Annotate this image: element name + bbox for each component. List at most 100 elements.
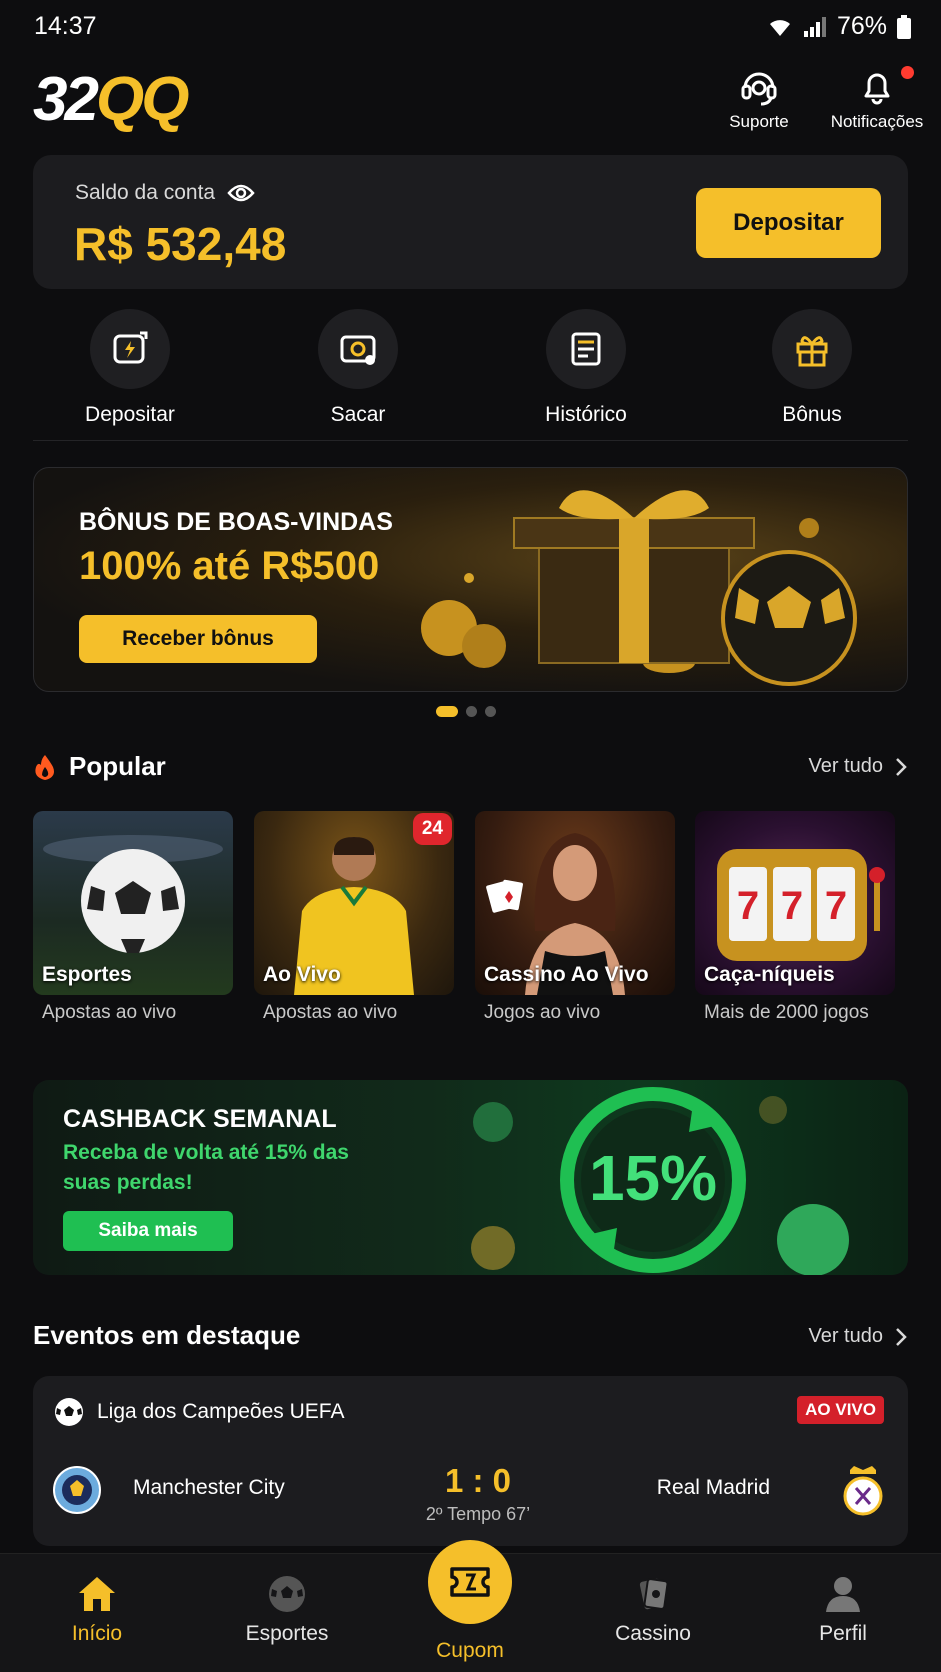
card-subtitle: Apostas ao vivo (42, 1002, 177, 1023)
section-divider (33, 440, 908, 441)
card-title: Caça-níqueis (704, 963, 835, 986)
nav-item-home[interactable]: Início (22, 1574, 172, 1646)
nav-item-sports[interactable]: Esportes (212, 1574, 362, 1646)
balance-card: Saldo da conta R$ 532,48 Depositar (33, 155, 908, 289)
quick-action-label: Histórico (545, 403, 627, 426)
see-all-label: Ver tudo (808, 1325, 883, 1347)
nav-label: Cassino (615, 1622, 691, 1645)
app-logo: 32QQ (33, 65, 189, 134)
svg-text:7: 7 (825, 884, 847, 928)
signal-icon (803, 16, 826, 37)
carousel-dot[interactable] (466, 706, 477, 717)
nav-coupon-button[interactable] (428, 1540, 512, 1624)
gift-ball-illustration (421, 490, 857, 686)
card-subtitle: Mais de 2000 jogos (704, 1002, 869, 1023)
withdraw-icon (340, 335, 376, 365)
fire-icon (35, 754, 54, 780)
balance-amount: R$ 532,48 (74, 218, 287, 270)
support-button[interactable]: Suporte (716, 66, 802, 132)
nav-label: Perfil (819, 1622, 867, 1645)
carousel-dots (436, 706, 496, 717)
nav-coupon-label[interactable]: Cupom (395, 1639, 545, 1663)
chevron-right-icon (896, 757, 907, 776)
ticket-icon (450, 1567, 490, 1597)
eye-icon[interactable] (227, 183, 255, 203)
balance-label: Saldo da conta (75, 181, 216, 204)
nav-label: Esportes (245, 1622, 329, 1645)
user-icon (826, 1577, 860, 1612)
support-label: Suporte (729, 112, 789, 131)
quick-action-bonus[interactable]: Bônus (742, 309, 882, 427)
cards-icon (639, 1578, 669, 1610)
see-all-label: Ver tudo (808, 755, 883, 777)
weekly-cashback-banner[interactable]: 15% CASHBACK SEMANAL Receba de volta até… (33, 1080, 908, 1275)
deposit-icon-circle (90, 309, 170, 389)
nav-item-profile[interactable]: Perfil (768, 1574, 918, 1646)
notifications-label: Notificações (830, 112, 924, 131)
match-period: 2º Tempo 67’ (425, 1504, 531, 1524)
events-see-all[interactable]: Ver tudo (808, 1325, 907, 1348)
status-bar: 14:37 76% (0, 0, 941, 52)
real-madrid-crest-icon (843, 1466, 883, 1516)
quick-action-withdraw[interactable]: Sacar (288, 309, 428, 427)
away-team: Real Madrid (656, 1476, 770, 1499)
home-team: Manchester City (133, 1476, 285, 1499)
live-count-badge: 24 (412, 813, 452, 845)
carousel-dot-active[interactable] (436, 706, 458, 717)
history-icon (571, 332, 601, 366)
balance-label-row: Saldo da conta (75, 181, 255, 205)
carousel-dot[interactable] (485, 706, 496, 717)
cashback-illustration: 15% (471, 1087, 849, 1275)
popular-card-sports[interactable]: Esportes Apostas ao vivo (33, 811, 233, 1031)
card-title: Esportes (42, 963, 132, 986)
league-name: Liga dos Campeões UEFA (97, 1400, 345, 1423)
history-icon-circle (546, 309, 626, 389)
claim-bonus-button[interactable]: Receber bônus (79, 615, 317, 663)
gift-icon-circle (772, 309, 852, 389)
popular-card-live[interactable]: 24 Ao Vivo Apostas ao vivo (254, 811, 454, 1031)
svg-text:7: 7 (737, 884, 759, 928)
quick-action-label: Depositar (85, 403, 175, 426)
popular-card-slots[interactable]: 7 7 7 Caça-níqueis Mais de 2000 jogos (695, 811, 895, 1031)
withdraw-icon-circle (318, 309, 398, 389)
notification-dot (901, 66, 914, 79)
battery-percent: 76% (836, 12, 887, 40)
soccer-ball-icon (55, 1398, 83, 1426)
promo-offer: 100% até R$500 (79, 544, 380, 588)
quick-action-history[interactable]: Histórico (516, 309, 656, 427)
status-time: 14:37 (34, 12, 97, 40)
quick-action-deposit[interactable]: Depositar (60, 309, 200, 427)
deposit-icon (113, 331, 148, 364)
chevron-right-icon (896, 1327, 907, 1346)
notifications-button[interactable]: Notificações (820, 66, 934, 132)
card-subtitle: Jogos ao vivo (484, 1002, 601, 1023)
league-row: Liga dos Campeões UEFA (53, 1396, 344, 1428)
popular-see-all[interactable]: Ver tudo (808, 755, 907, 778)
popular-title: Popular (69, 751, 166, 781)
bell-icon (864, 73, 890, 105)
learn-more-button[interactable]: Saiba mais (63, 1211, 233, 1251)
live-badge: AO VIVO (797, 1396, 884, 1424)
popular-header: Popular (33, 751, 166, 782)
deposit-button[interactable]: Depositar (696, 188, 881, 258)
event-card[interactable]: Liga dos Campeões UEFA AO VIVO Mancheste… (33, 1376, 908, 1546)
soccer-ball-icon (269, 1576, 305, 1612)
popular-card-live-casino[interactable]: Cassino Ao Vivo Jogos ao vivo (475, 811, 675, 1031)
match-score: 1 : 0 (444, 1462, 512, 1499)
manchester-city-crest-icon (53, 1466, 101, 1514)
quick-action-label: Bônus (782, 403, 842, 426)
cashback-percent-graphic: 15% (589, 1142, 717, 1214)
status-right: 76% (767, 12, 911, 41)
nav-item-casino[interactable]: Cassino (578, 1574, 728, 1646)
featured-events-title: Eventos em destaque (33, 1320, 301, 1350)
nav-label: Início (71, 1622, 123, 1645)
headset-icon (741, 72, 777, 106)
wifi-icon (769, 19, 790, 36)
welcome-bonus-banner[interactable]: BÔNUS DE BOAS-VINDAS 100% até R$500 Rece… (33, 467, 908, 692)
cashback-text: Receba de volta até 15% das suas perdas! (63, 1141, 349, 1194)
cashback-title: CASHBACK SEMANAL (63, 1105, 337, 1133)
svg-text:7: 7 (781, 884, 803, 928)
home-icon (79, 1577, 115, 1611)
card-subtitle: Apostas ao vivo (263, 1002, 398, 1023)
gift-icon (796, 336, 828, 367)
